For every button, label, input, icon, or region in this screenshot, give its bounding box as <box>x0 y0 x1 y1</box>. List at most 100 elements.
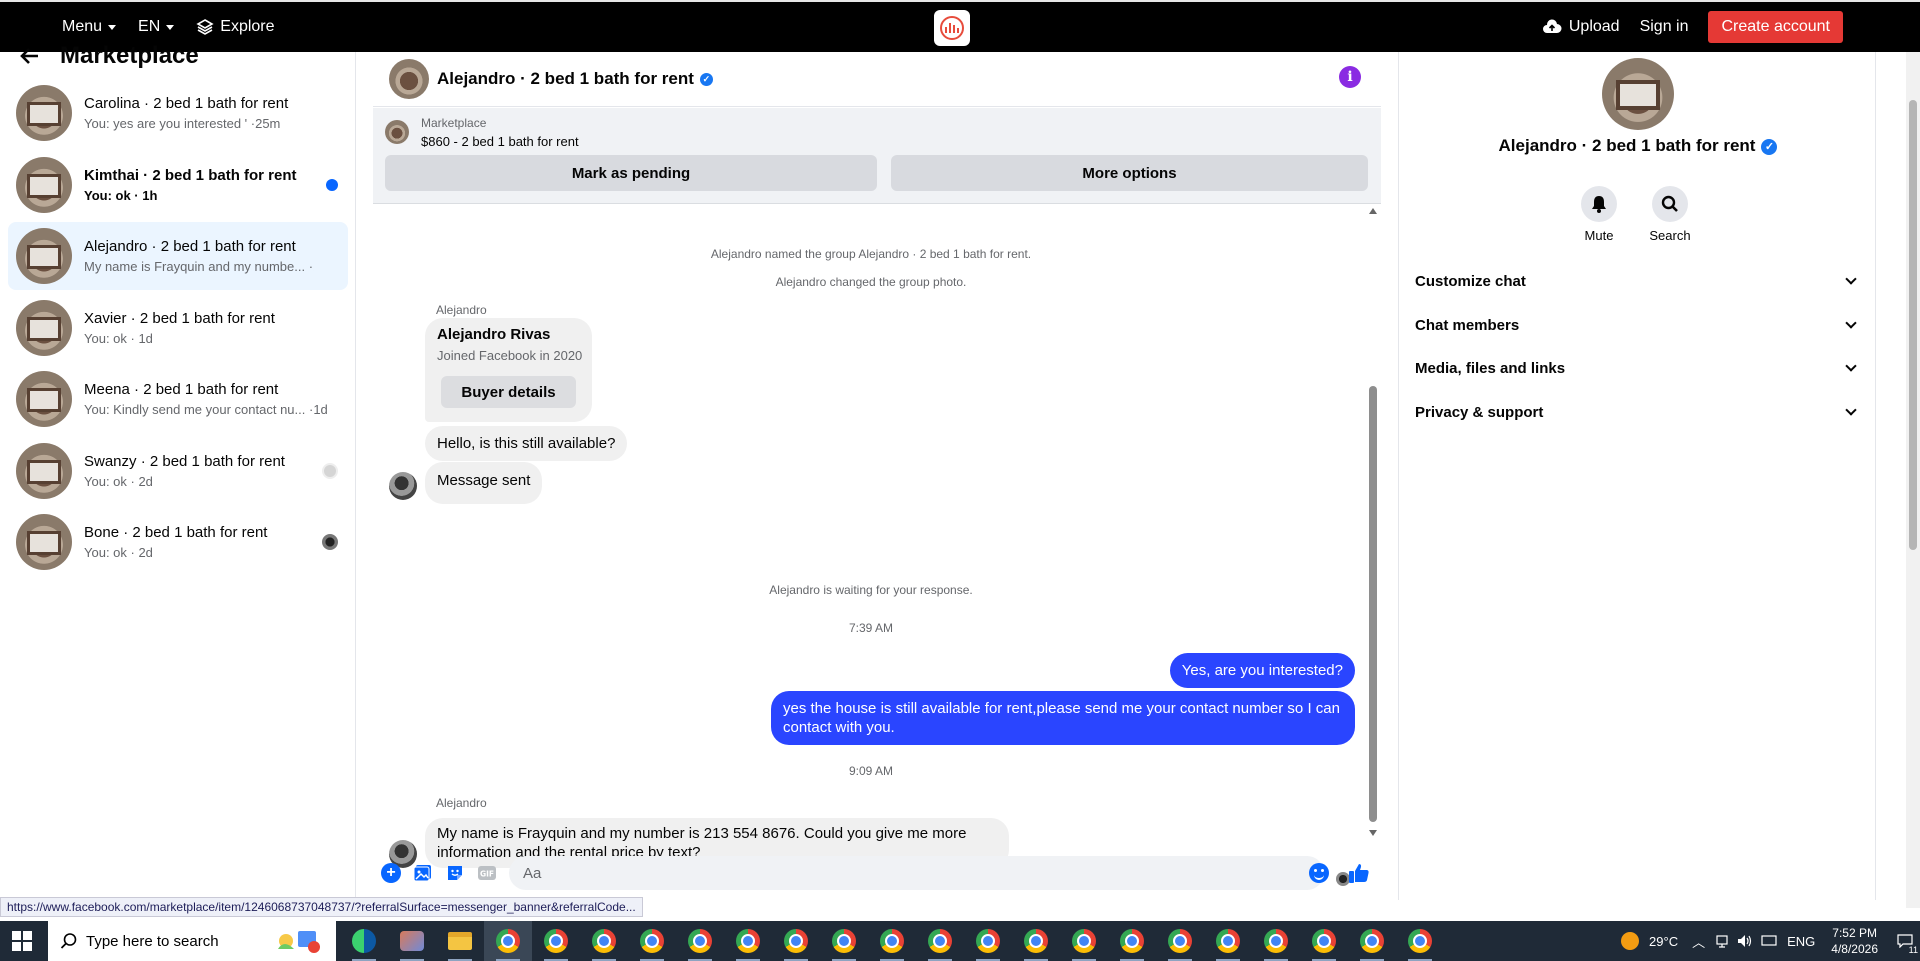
chat-header: Alejandro · 2 bed 1 bath for rent ✓ i <box>373 52 1381 107</box>
weather-sun-icon[interactable] <box>1621 932 1640 950</box>
page-scroll-thumb[interactable] <box>1909 100 1917 550</box>
thread-meena[interactable]: Meena · 2 bed 1 bath for rent You: Kindly… <box>8 365 348 433</box>
chat-members-section[interactable]: Chat members <box>1415 305 1861 345</box>
upload-button[interactable]: Upload <box>1542 18 1620 36</box>
outgoing-message[interactable]: Yes, are you interested? <box>1169 653 1355 688</box>
notification-center[interactable]: 11 <box>1890 921 1920 961</box>
avatar <box>16 300 72 356</box>
thread-name: Kimthai · 2 bed 1 bath for rent <box>84 167 297 184</box>
gif-icon[interactable]: GIF <box>477 863 497 883</box>
chrome-app-icon[interactable] <box>1396 921 1444 961</box>
chrome-app-icon[interactable] <box>580 921 628 961</box>
privacy-support-section[interactable]: Privacy & support <box>1415 392 1861 432</box>
chrome-app-icon[interactable] <box>628 921 676 961</box>
create-account-button[interactable]: Create account <box>1708 11 1843 43</box>
thread-kimthai[interactable]: Kimthai · 2 bed 1 bath for rent You: ok ·… <box>8 151 348 219</box>
explore-link[interactable]: Explore <box>196 18 275 36</box>
menu-dropdown[interactable]: Menu <box>62 18 117 36</box>
chrome-app-icon[interactable] <box>1348 921 1396 961</box>
sender-avatar[interactable] <box>389 472 417 500</box>
chrome-app-icon[interactable] <box>820 921 868 961</box>
message-input[interactable] <box>509 856 1324 890</box>
thread-carolina[interactable]: Carolina · 2 bed 1 bath for rent You: yes… <box>8 79 348 147</box>
chrome-app-icon[interactable] <box>1108 921 1156 961</box>
chrome-app-icon[interactable] <box>1156 921 1204 961</box>
file-explorer-icon[interactable] <box>436 921 484 961</box>
chrome-app-icon[interactable] <box>724 921 772 961</box>
search-button[interactable]: Search <box>1640 186 1700 243</box>
volume-icon[interactable] <box>1737 934 1753 948</box>
details-pane: Alejandro · 2 bed 1 bath for rent ✓ Mute … <box>1398 52 1876 900</box>
customize-chat-section[interactable]: Customize chat <box>1415 261 1861 301</box>
outgoing-message[interactable]: yes the house is still available for ren… <box>771 691 1355 745</box>
buyer-joined: Joined Facebook in 2020 <box>437 348 583 363</box>
site-logo[interactable] <box>934 10 970 46</box>
weather-temp[interactable]: 29°C <box>1649 934 1678 949</box>
thread-swanzy[interactable]: Swanzy · 2 bed 1 bath for rent You: ok · … <box>8 437 348 505</box>
more-options-button[interactable]: More options <box>891 155 1368 191</box>
plus-icon[interactable]: + <box>381 863 401 883</box>
chat-scrollbar[interactable] <box>1367 206 1379 838</box>
photos-app-icon[interactable] <box>388 921 436 961</box>
network-icon[interactable] <box>1715 934 1729 948</box>
sign-in-link[interactable]: Sign in <box>1640 18 1689 36</box>
mute-button[interactable]: Mute <box>1569 186 1629 243</box>
avatar <box>16 371 72 427</box>
listing-thumbnail[interactable] <box>385 120 409 144</box>
chrome-app-icon[interactable] <box>1012 921 1060 961</box>
back-arrow-icon[interactable] <box>20 47 40 65</box>
chrome-app-icon[interactable] <box>1060 921 1108 961</box>
mark-as-pending-button[interactable]: Mark as pending <box>385 155 877 191</box>
avatar[interactable] <box>389 59 429 99</box>
thread-xavier[interactable]: Xavier · 2 bed 1 bath for rent You: ok · … <box>8 294 348 362</box>
upload-label: Upload <box>1568 18 1620 35</box>
buyer-details-button[interactable]: Buyer details <box>441 376 576 408</box>
chrome-app-icon[interactable] <box>484 921 532 961</box>
chat-title[interactable]: Alejandro · 2 bed 1 bath for rent ✓ <box>437 69 713 89</box>
composer: + GIF <box>373 852 1381 896</box>
chrome-app-icon[interactable] <box>1300 921 1348 961</box>
chevron-up-icon[interactable]: ︿ <box>1692 932 1705 951</box>
buyer-name: Alejandro Rivas <box>437 326 551 343</box>
chrome-app-icon[interactable] <box>868 921 916 961</box>
timestamp: 9:09 AM <box>848 764 894 778</box>
thread-bone[interactable]: Bone · 2 bed 1 bath for rent You: ok · 2d <box>8 508 348 576</box>
scroll-thumb[interactable] <box>1369 386 1377 822</box>
photo-icon[interactable] <box>413 863 433 883</box>
taskbar-search[interactable]: Type here to search <box>48 921 336 961</box>
chrome-app-icon[interactable] <box>964 921 1012 961</box>
windows-start-icon[interactable] <box>12 931 32 951</box>
link-preview-url: https://www.facebook.com/marketplace/ite… <box>0 897 643 917</box>
incoming-message[interactable]: Hello, is this still available? <box>425 426 628 461</box>
listing-summary[interactable]: $860 - 2 bed 1 bath for rent <box>421 134 579 149</box>
chrome-app-icon[interactable] <box>916 921 964 961</box>
clock[interactable]: 7:52 PM 4/8/2026 <box>1831 925 1878 957</box>
edge-app-icon[interactable] <box>340 921 388 961</box>
sticker-icon[interactable] <box>445 863 465 883</box>
language-dropdown[interactable]: EN <box>138 18 175 36</box>
input-language[interactable]: ENG <box>1787 934 1815 949</box>
scroll-up-icon[interactable] <box>1369 208 1377 214</box>
chrome-app-icon[interactable] <box>772 921 820 961</box>
incoming-message[interactable]: Message sent <box>425 462 543 504</box>
emoji-icon[interactable] <box>1309 863 1329 883</box>
verified-icon: ✓ <box>1761 138 1778 155</box>
group-avatar[interactable] <box>1602 58 1674 130</box>
chrome-app-icon[interactable] <box>1252 921 1300 961</box>
chrome-app-icon[interactable] <box>1204 921 1252 961</box>
top-navbar: Menu EN Explore Upload Sign in Create ac… <box>0 0 1920 52</box>
page-scrollbar[interactable] <box>1906 52 1920 908</box>
thread-alejandro[interactable]: Alejandro · 2 bed 1 bath for rent My name… <box>8 222 348 290</box>
scroll-down-icon[interactable] <box>1369 830 1377 836</box>
display-icon[interactable] <box>1761 934 1777 948</box>
chrome-app-icon[interactable] <box>532 921 580 961</box>
nav-right: Upload Sign in Create account <box>1542 2 1843 52</box>
system-message: Alejandro changed the group photo. <box>775 275 967 289</box>
seen-avatar <box>322 463 338 479</box>
search-icon <box>60 933 77 949</box>
media-files-links-section[interactable]: Media, files and links <box>1415 348 1861 388</box>
info-icon[interactable]: i <box>1339 66 1361 88</box>
like-icon[interactable] <box>1347 861 1371 885</box>
chrome-app-icon[interactable] <box>676 921 724 961</box>
chevron-down-icon <box>1845 273 1857 285</box>
